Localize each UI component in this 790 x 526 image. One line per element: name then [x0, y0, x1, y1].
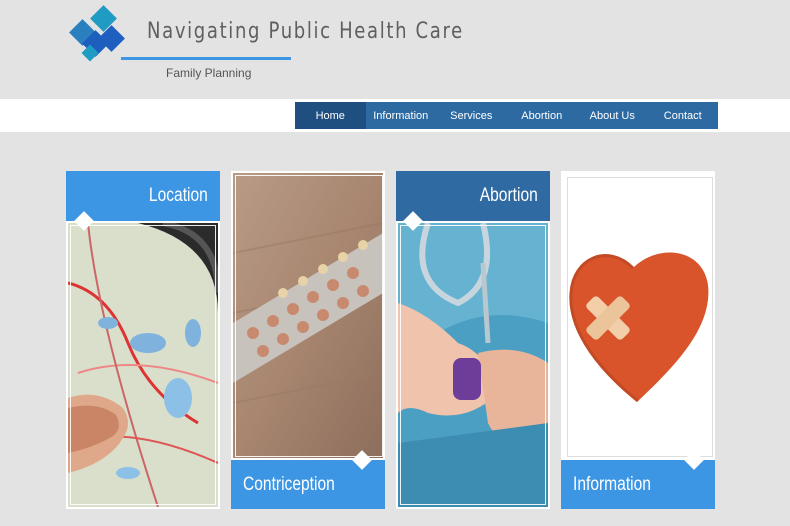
nav-home[interactable]: Home: [295, 102, 366, 129]
map-photo: [68, 223, 218, 507]
card-contraception[interactable]: Contriception: [231, 171, 385, 509]
card-label-box: Abortion: [396, 171, 550, 221]
card-abortion[interactable]: Abortion: [396, 171, 550, 509]
card-label: Contriception: [243, 473, 335, 495]
card-label-box: Location: [66, 171, 220, 221]
card-label: Abortion: [479, 185, 538, 206]
card-label: Location: [149, 185, 208, 206]
nav-contact[interactable]: Contact: [648, 102, 719, 129]
nurse-holding-hand-photo: [398, 223, 548, 507]
nav-abortion[interactable]: Abortion: [507, 102, 578, 129]
card-label: Information: [573, 473, 651, 495]
birth-control-pills-photo: [233, 173, 383, 458]
site-logo[interactable]: [66, 5, 126, 65]
bandaged-heart-photo: [563, 173, 713, 458]
title-underline: [121, 57, 291, 60]
nav-information[interactable]: Information: [366, 102, 437, 129]
nav-services[interactable]: Services: [436, 102, 507, 129]
nav-about-us[interactable]: About Us: [577, 102, 648, 129]
site-subtitle: Family Planning: [166, 66, 252, 80]
card-information[interactable]: Information: [561, 171, 715, 509]
card-location[interactable]: Location: [66, 171, 220, 509]
site-title: Navigating Public Health Care: [147, 19, 464, 44]
main-nav: Home Information Services Abortion About…: [295, 102, 718, 129]
